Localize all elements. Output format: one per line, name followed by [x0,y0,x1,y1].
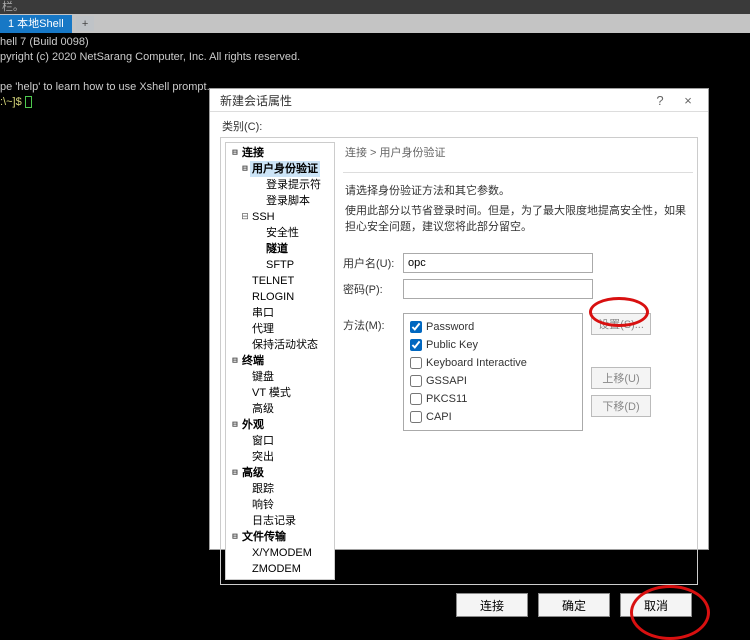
setup-button[interactable]: 设置(S)... [591,313,651,335]
description-line: 请选择身份验证方法和其它参数。 [343,183,693,203]
method-password-check[interactable] [410,321,422,333]
detail-pane: 连接 > 用户身份验证 请选择身份验证方法和其它参数。 使用此部分以节省登录时间… [343,142,693,580]
method-label: 方法(M): [343,313,403,333]
tree-login-prompt[interactable]: 登录提示符 [226,177,334,193]
close-button[interactable]: × [674,89,702,111]
tree-window[interactable]: 窗口 [226,433,334,449]
tree-serial[interactable]: 串口 [226,305,334,321]
username-input[interactable] [403,253,593,273]
window-titlebar-fragment: 栏。 [0,0,750,14]
tab-bar: 1 本地Shell + [0,14,750,33]
method-pkcs11[interactable]: PKCS11 [410,390,576,408]
dialog-titlebar: 新建会话属性 ? × [210,89,708,112]
methods-list: Password Public Key Keyboard Interactive… [403,313,583,431]
session-properties-dialog: 新建会话属性 ? × 类别(C): ⊟连接 ⊟用户身份验证 登录提示符 登录脚本… [209,88,709,550]
connect-button[interactable]: 连接 [456,593,528,617]
tree-tunnel[interactable]: 隧道 [226,241,334,257]
method-publickey[interactable]: Public Key [410,336,576,354]
tree-highlight[interactable]: 突出 [226,449,334,465]
move-up-button[interactable]: 上移(U) [591,367,651,389]
method-pkcs11-check[interactable] [410,393,422,405]
cancel-button[interactable]: 取消 [620,593,692,617]
tree-keyboard[interactable]: 键盘 [226,369,334,385]
terminal-line: pyright (c) 2020 NetSarang Computer, Inc… [0,51,300,63]
tree-zmodem[interactable]: ZMODEM [226,561,334,577]
tree-vt[interactable]: VT 模式 [226,385,334,401]
username-label: 用户名(U): [343,255,403,271]
tree-ssh[interactable]: ⊟SSH [226,209,334,225]
tree-sftp[interactable]: SFTP [226,257,334,273]
tab-add-button[interactable]: + [76,16,94,31]
tree-trace[interactable]: 跟踪 [226,481,334,497]
tree-proxy[interactable]: 代理 [226,321,334,337]
tree-bell[interactable]: 响铃 [226,497,334,513]
password-label: 密码(P): [343,281,403,297]
tree-login-script[interactable]: 登录脚本 [226,193,334,209]
method-gssapi-check[interactable] [410,375,422,387]
tab-local-shell[interactable]: 1 本地Shell [0,15,72,34]
tree-filetrans[interactable]: ⊟文件传输 [226,529,334,545]
tree-rlogin[interactable]: RLOGIN [226,289,334,305]
method-kbd-check[interactable] [410,357,422,369]
description-line: 使用此部分以节省登录时间。但是，为了最大限度地提高安全性，如果担心安全问题，建议… [343,203,693,239]
method-capi-check[interactable] [410,411,422,423]
tree-appearance[interactable]: ⊟外观 [226,417,334,433]
method-capi[interactable]: CAPI [410,408,576,426]
tree-security[interactable]: 安全性 [226,225,334,241]
method-kbd[interactable]: Keyboard Interactive [410,354,576,372]
help-button[interactable]: ? [646,89,674,111]
move-down-button[interactable]: 下移(D) [591,395,651,417]
method-publickey-check[interactable] [410,339,422,351]
tree-advanced[interactable]: ⊟高级 [226,465,334,481]
category-tree[interactable]: ⊟连接 ⊟用户身份验证 登录提示符 登录脚本 ⊟SSH 安全性 隧道 SFTP … [225,142,335,580]
breadcrumb: 连接 > 用户身份验证 [343,142,693,166]
terminal-cursor [25,96,32,108]
tree-xymodem[interactable]: X/YMODEM [226,545,334,561]
tree-terminal[interactable]: ⊟终端 [226,353,334,369]
tree-telnet[interactable]: TELNET [226,273,334,289]
terminal-line: pe 'help' to learn how to use Xshell pro… [0,81,210,93]
method-password[interactable]: Password [410,318,576,336]
password-input[interactable] [403,279,593,299]
tree-log[interactable]: 日志记录 [226,513,334,529]
tree-auth[interactable]: ⊟用户身份验证 [226,161,334,177]
method-gssapi[interactable]: GSSAPI [410,372,576,390]
tree-connection[interactable]: ⊟连接 [226,145,334,161]
dialog-title: 新建会话属性 [220,92,646,109]
tree-keepalive[interactable]: 保持活动状态 [226,337,334,353]
terminal-line: hell 7 (Build 0098) [0,36,89,48]
category-label: 类别(C): [222,118,698,134]
ok-button[interactable]: 确定 [538,593,610,617]
tree-advanced2[interactable]: 高级 [226,401,334,417]
terminal-prompt: :\~]$ [0,96,25,108]
